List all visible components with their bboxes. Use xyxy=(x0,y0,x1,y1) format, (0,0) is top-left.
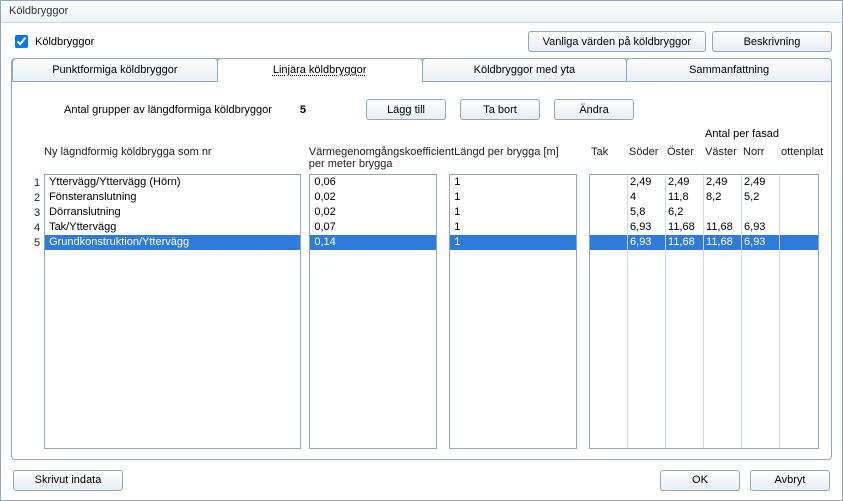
header-tak: Tak xyxy=(591,146,629,158)
row-number: 3 xyxy=(24,206,44,221)
table-row[interactable]: 0,07 xyxy=(310,220,436,235)
description-button[interactable]: Beskrivning xyxy=(712,31,832,52)
group-count-label: Antal grupper av längdformiga köldbryggo… xyxy=(64,104,272,116)
table-row[interactable]: 6,93 xyxy=(628,235,665,250)
row-number: 5 xyxy=(24,236,44,251)
table-row[interactable]: 2,49 xyxy=(742,175,779,190)
table-row[interactable]: 5,2 xyxy=(742,190,779,205)
defaults-button[interactable]: Vanliga värden på köldbryggor xyxy=(528,31,706,52)
table-row[interactable] xyxy=(742,205,779,220)
fasad-col-tak[interactable] xyxy=(590,175,628,448)
table-row[interactable]: 11,8 xyxy=(666,190,703,205)
tab-linjara[interactable]: Linjära köldbryggor xyxy=(217,58,423,82)
titlebar: Köldbryggor xyxy=(1,1,842,23)
tabs: Punktformiga köldbryggor Linjära köldbry… xyxy=(12,58,831,82)
control-row: Antal grupper av längdformiga köldbryggo… xyxy=(24,93,819,130)
tab-sammanfattning[interactable]: Sammanfattning xyxy=(626,58,832,82)
tab-area: Punktformiga köldbryggor Linjära köldbry… xyxy=(11,58,832,460)
table-row[interactable]: Tak/Yttervägg xyxy=(45,220,300,235)
tab-med-yta[interactable]: Köldbryggor med yta xyxy=(422,58,628,82)
table-row[interactable] xyxy=(780,220,818,235)
header-vaster: Väster xyxy=(705,146,743,158)
table-row[interactable]: 0,06 xyxy=(310,175,436,190)
header-norr: Norr xyxy=(743,146,781,158)
table-row[interactable]: 11,68 xyxy=(704,220,741,235)
header-len: Längd per brygga [m] xyxy=(454,146,591,170)
table-row[interactable] xyxy=(590,175,627,190)
data-grid: 12345 Yttervägg/Yttervägg (Hörn)Fönstera… xyxy=(24,174,819,449)
print-button[interactable]: Skrivut indata xyxy=(13,470,123,491)
table-row[interactable]: 4 xyxy=(628,190,665,205)
koldbryggor-checkbox[interactable] xyxy=(15,35,28,48)
fasad-header-title: Antal per fasad xyxy=(705,128,779,140)
table-row[interactable] xyxy=(704,205,741,220)
fasad-col-oster[interactable]: 2,4911,86,211,6811,68 xyxy=(666,175,704,448)
table-row[interactable]: Yttervägg/Yttervägg (Hörn) xyxy=(45,175,300,190)
length-listbox[interactable]: 11111 xyxy=(449,174,577,449)
koldbryggor-checkbox-wrap[interactable]: Köldbryggor xyxy=(11,32,94,51)
table-row[interactable]: 6,93 xyxy=(628,220,665,235)
header-otten: ottenplat xyxy=(781,146,819,158)
table-row[interactable]: Grundkonstruktion/Yttervägg xyxy=(45,235,300,250)
fasad-listbox[interactable]: 2,4945,86,936,93 2,4911,86,211,6811,68 2… xyxy=(589,174,819,449)
table-row[interactable] xyxy=(590,235,627,250)
table-row[interactable]: 2,49 xyxy=(628,175,665,190)
fasad-col-otten[interactable] xyxy=(780,175,818,448)
table-row[interactable] xyxy=(780,235,818,250)
remove-button[interactable]: Ta bort xyxy=(460,99,540,120)
add-button[interactable]: Lägg till xyxy=(366,99,446,120)
table-row[interactable]: 6,2 xyxy=(666,205,703,220)
row-number: 1 xyxy=(24,176,44,191)
header-name: Ny lägndformig köldbrygga som nr xyxy=(44,146,309,170)
table-row[interactable] xyxy=(780,190,818,205)
table-row[interactable] xyxy=(590,190,627,205)
fasad-col-norr[interactable]: 2,495,2 6,936,93 xyxy=(742,175,780,448)
table-row[interactable]: 1 xyxy=(450,190,576,205)
ok-button[interactable]: OK xyxy=(660,470,740,491)
table-row[interactable] xyxy=(590,205,627,220)
table-row[interactable]: 0,02 xyxy=(310,205,436,220)
column-headers: Ny lägndformig köldbrygga som nr Värmege… xyxy=(24,146,819,174)
footer: Skrivut indata OK Avbryt xyxy=(1,460,842,500)
table-row[interactable]: 11,68 xyxy=(666,220,703,235)
table-row[interactable]: 5,8 xyxy=(628,205,665,220)
group-count-value: 5 xyxy=(300,104,306,116)
table-row[interactable]: Dörranslutning xyxy=(45,205,300,220)
header-coef: Värmegenomgångskoefficient per meter bry… xyxy=(309,146,454,170)
fasad-col-soder[interactable]: 2,4945,86,936,93 xyxy=(628,175,666,448)
table-row[interactable]: 2,49 xyxy=(704,175,741,190)
table-row[interactable]: 2,49 xyxy=(666,175,703,190)
table-row[interactable]: 6,93 xyxy=(742,235,779,250)
edit-button[interactable]: Ändra xyxy=(554,99,634,120)
coef-listbox[interactable]: 0,060,020,020,070,14 xyxy=(309,174,437,449)
table-row[interactable]: 0,14 xyxy=(310,235,436,250)
table-row[interactable]: 1 xyxy=(450,220,576,235)
table-row[interactable] xyxy=(590,220,627,235)
header-soder: Söder xyxy=(629,146,667,158)
koldbryggor-checkbox-label: Köldbryggor xyxy=(35,36,94,48)
table-row[interactable] xyxy=(780,205,818,220)
table-row[interactable]: 8,2 xyxy=(704,190,741,205)
table-row[interactable]: 11,68 xyxy=(666,235,703,250)
table-row[interactable]: 6,93 xyxy=(742,220,779,235)
table-row[interactable]: 0,02 xyxy=(310,190,436,205)
cancel-button[interactable]: Avbryt xyxy=(750,470,830,491)
header-oster: Öster xyxy=(667,146,705,158)
fasad-col-vaster[interactable]: 2,498,2 11,6811,68 xyxy=(704,175,742,448)
top-row: Köldbryggor Vanliga värden på köldbryggo… xyxy=(1,23,842,56)
table-row[interactable]: 11,68 xyxy=(704,235,741,250)
table-row[interactable]: 1 xyxy=(450,205,576,220)
table-row[interactable]: Fönsteranslutning xyxy=(45,190,300,205)
row-number: 2 xyxy=(24,191,44,206)
row-number-column: 12345 xyxy=(24,174,44,449)
row-number: 4 xyxy=(24,221,44,236)
name-listbox[interactable]: Yttervägg/Yttervägg (Hörn)Fönsteranslutn… xyxy=(44,174,301,449)
tab-content: Antal grupper av längdformiga köldbryggo… xyxy=(12,83,831,459)
window: Köldbryggor Köldbryggor Vanliga värden p… xyxy=(0,0,843,501)
tab-punktformiga[interactable]: Punktformiga köldbryggor xyxy=(12,58,218,82)
table-row[interactable] xyxy=(780,175,818,190)
table-row[interactable]: 1 xyxy=(450,235,576,250)
table-row[interactable]: 1 xyxy=(450,175,576,190)
